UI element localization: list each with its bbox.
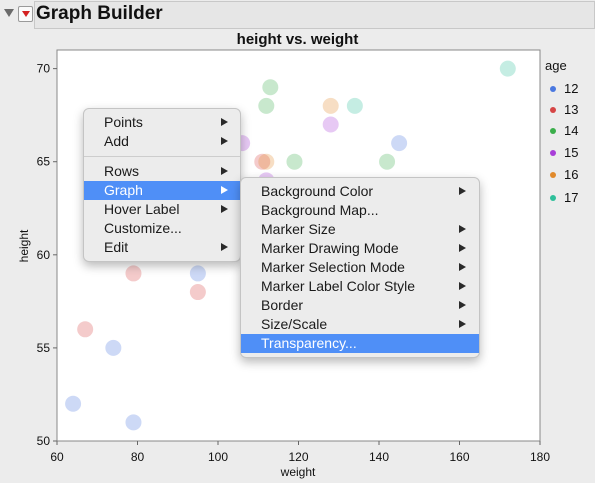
legend-label: 15 bbox=[564, 145, 579, 160]
legend-item: 12 bbox=[547, 81, 592, 97]
menu-item-label: Points bbox=[104, 114, 143, 130]
menu-item-marker-size[interactable]: Marker Size bbox=[241, 220, 479, 239]
legend-item: 15 bbox=[547, 145, 592, 161]
x-tick-label: 160 bbox=[449, 450, 469, 464]
data-point[interactable] bbox=[499, 60, 516, 77]
data-point[interactable] bbox=[379, 153, 396, 170]
data-point[interactable] bbox=[346, 97, 363, 114]
data-point[interactable] bbox=[258, 153, 275, 170]
menu-item-label: Customize... bbox=[104, 220, 182, 236]
legend-dot-icon bbox=[550, 107, 556, 113]
submenu-arrow-icon bbox=[459, 225, 466, 233]
menu-item-label: Rows bbox=[104, 163, 140, 179]
data-point[interactable] bbox=[125, 414, 142, 431]
context-menu: Points Add Rows Graph Hover Label Custom… bbox=[83, 108, 241, 262]
y-tick-label: 60 bbox=[37, 248, 51, 262]
y-axis-label[interactable]: height bbox=[17, 229, 31, 262]
menu-item-points[interactable]: Points bbox=[84, 113, 240, 132]
submenu-arrow-icon bbox=[221, 205, 228, 213]
submenu-arrow-icon bbox=[459, 187, 466, 195]
menu-item-marker-drawing-mode[interactable]: Marker Drawing Mode bbox=[241, 239, 479, 258]
menu-item-label: Edit bbox=[104, 239, 129, 255]
submenu-arrow-icon bbox=[221, 118, 228, 126]
menu-item-size-scale[interactable]: Size/Scale bbox=[241, 315, 479, 334]
x-tick-label: 60 bbox=[50, 450, 64, 464]
y-tick-label: 55 bbox=[37, 341, 51, 355]
menu-item-label: Marker Label Color Style bbox=[261, 278, 416, 294]
y-tick-label: 50 bbox=[37, 434, 51, 448]
menu-item-marker-label-color-style[interactable]: Marker Label Color Style bbox=[241, 277, 479, 296]
x-tick-label: 140 bbox=[369, 450, 389, 464]
graph-builder-window: Graph Builder height vs. weight 60 80 100 1… bbox=[0, 0, 595, 483]
submenu-arrow-icon bbox=[221, 137, 228, 145]
legend-dot-icon bbox=[550, 86, 556, 92]
data-point[interactable] bbox=[77, 321, 94, 338]
data-point[interactable] bbox=[286, 153, 303, 170]
menu-item-label: Graph bbox=[104, 182, 143, 198]
menu-item-edit[interactable]: Edit bbox=[84, 238, 240, 257]
menu-item-label: Size/Scale bbox=[261, 316, 328, 332]
menu-item-label: Hover Label bbox=[104, 201, 180, 217]
data-point[interactable] bbox=[262, 79, 279, 96]
menu-separator bbox=[84, 156, 240, 157]
data-point[interactable] bbox=[322, 97, 339, 114]
data-point[interactable] bbox=[189, 265, 206, 282]
y-tick-label: 65 bbox=[37, 155, 51, 169]
menu-item-background-map[interactable]: Background Map... bbox=[241, 201, 479, 220]
legend-item: 13 bbox=[547, 102, 592, 118]
legend-item: 16 bbox=[547, 167, 592, 183]
graph-submenu: Background Color Background Map... Marke… bbox=[240, 177, 480, 358]
menu-item-label: Marker Drawing Mode bbox=[261, 240, 399, 256]
legend-dot-icon bbox=[550, 195, 556, 201]
x-tick-label: 120 bbox=[288, 450, 308, 464]
menu-item-add[interactable]: Add bbox=[84, 132, 240, 151]
legend-title: age bbox=[545, 58, 567, 73]
legend-dot-icon bbox=[550, 150, 556, 156]
data-point[interactable] bbox=[189, 284, 206, 301]
legend-item: 14 bbox=[547, 123, 592, 139]
y-tick-label: 70 bbox=[37, 62, 51, 76]
submenu-arrow-icon bbox=[459, 301, 466, 309]
submenu-arrow-icon bbox=[459, 263, 466, 271]
submenu-arrow-icon bbox=[221, 186, 228, 194]
legend-label: 16 bbox=[564, 167, 579, 182]
x-tick-label: 180 bbox=[530, 450, 550, 464]
submenu-arrow-icon bbox=[459, 244, 466, 252]
data-point[interactable] bbox=[322, 116, 339, 133]
legend-label: 17 bbox=[564, 190, 579, 205]
legend-label: 12 bbox=[564, 81, 579, 96]
data-point[interactable] bbox=[105, 339, 122, 356]
menu-item-label: Marker Selection Mode bbox=[261, 259, 405, 275]
menu-item-graph[interactable]: Graph bbox=[84, 181, 240, 200]
menu-item-transparency[interactable]: Transparency... bbox=[241, 334, 479, 353]
submenu-arrow-icon bbox=[221, 243, 228, 251]
data-point[interactable] bbox=[391, 135, 408, 152]
menu-item-customize[interactable]: Customize... bbox=[84, 219, 240, 238]
menu-item-border[interactable]: Border bbox=[241, 296, 479, 315]
menu-item-hover-label[interactable]: Hover Label bbox=[84, 200, 240, 219]
legend-label: 13 bbox=[564, 102, 579, 117]
legend-dot-icon bbox=[550, 128, 556, 134]
data-point[interactable] bbox=[258, 97, 275, 114]
legend-label: 14 bbox=[564, 123, 579, 138]
x-axis-label[interactable]: weight bbox=[280, 465, 316, 479]
menu-item-background-color[interactable]: Background Color bbox=[241, 182, 479, 201]
menu-item-label: Background Color bbox=[261, 183, 374, 199]
menu-item-label: Transparency... bbox=[261, 335, 357, 351]
menu-item-rows[interactable]: Rows bbox=[84, 162, 240, 181]
menu-item-marker-selection-mode[interactable]: Marker Selection Mode bbox=[241, 258, 479, 277]
submenu-arrow-icon bbox=[221, 167, 228, 175]
x-tick-label: 100 bbox=[208, 450, 228, 464]
legend-item: 17 bbox=[547, 190, 592, 206]
menu-item-label: Background Map... bbox=[261, 202, 379, 218]
submenu-arrow-icon bbox=[459, 320, 466, 328]
data-point[interactable] bbox=[65, 395, 82, 412]
submenu-arrow-icon bbox=[459, 282, 466, 290]
menu-item-label: Add bbox=[104, 133, 129, 149]
legend-dot-icon bbox=[550, 172, 556, 178]
menu-item-label: Border bbox=[261, 297, 304, 313]
x-tick-label: 80 bbox=[131, 450, 145, 464]
data-point[interactable] bbox=[125, 265, 142, 282]
menu-item-label: Marker Size bbox=[261, 221, 336, 237]
